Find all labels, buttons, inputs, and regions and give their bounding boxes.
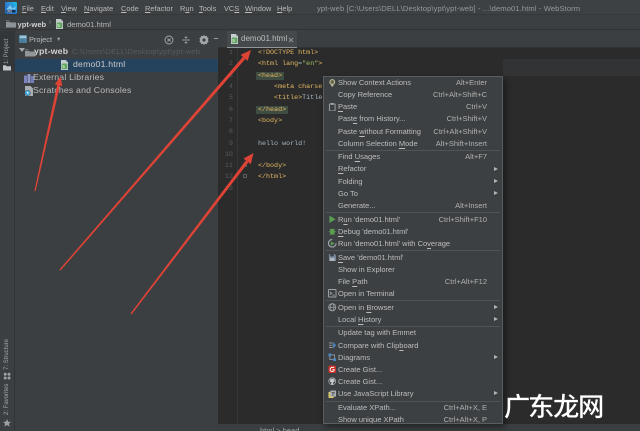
svg-text:5: 5 (62, 64, 65, 69)
svg-text:WS: WS (7, 9, 12, 13)
